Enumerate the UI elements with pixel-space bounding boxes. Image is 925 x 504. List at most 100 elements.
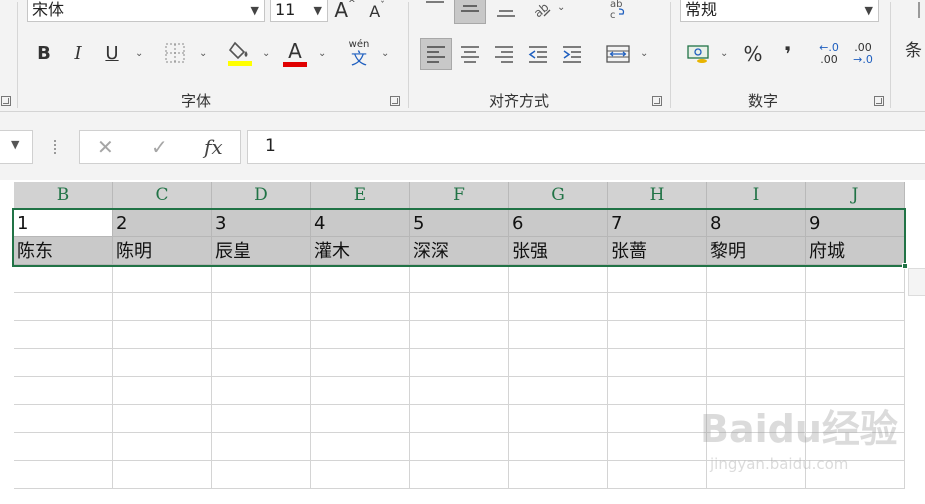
empty-cell[interactable] <box>410 433 509 461</box>
wrap-text-button[interactable]: ab c <box>605 0 631 22</box>
quick-analysis-button[interactable] <box>908 268 925 296</box>
empty-cell[interactable] <box>509 321 608 349</box>
cell-h1[interactable]: 7 <box>608 209 707 237</box>
empty-cell[interactable] <box>113 377 212 405</box>
italic-button[interactable]: I <box>66 40 90 66</box>
alignment-dialog-launcher-icon[interactable] <box>652 96 662 106</box>
empty-cell[interactable] <box>608 293 707 321</box>
empty-cell[interactable] <box>113 405 212 433</box>
cell-d2[interactable]: 辰皇 <box>212 237 311 265</box>
empty-cell[interactable] <box>113 433 212 461</box>
empty-cell[interactable] <box>410 321 509 349</box>
chevron-down-icon[interactable]: ⌄ <box>262 48 270 59</box>
empty-cell[interactable] <box>14 293 113 321</box>
empty-cell[interactable] <box>14 349 113 377</box>
cell-g1[interactable]: 6 <box>509 209 608 237</box>
empty-cell[interactable] <box>707 349 806 377</box>
empty-cell[interactable] <box>212 461 311 489</box>
empty-cell[interactable] <box>806 265 905 293</box>
column-header-f[interactable]: F <box>410 182 509 209</box>
font-color-button[interactable]: A <box>282 38 308 68</box>
empty-cell[interactable] <box>113 321 212 349</box>
empty-cell[interactable] <box>806 293 905 321</box>
accounting-format-button[interactable] <box>684 40 714 68</box>
formula-input[interactable]: 1 <box>247 130 925 164</box>
empty-cell[interactable] <box>212 433 311 461</box>
empty-cell[interactable] <box>509 349 608 377</box>
empty-cell[interactable] <box>509 265 608 293</box>
cell-e1[interactable]: 4 <box>311 209 410 237</box>
empty-cell[interactable] <box>212 265 311 293</box>
cell-j2[interactable]: 府城 <box>806 237 905 265</box>
empty-cell[interactable] <box>14 405 113 433</box>
merge-center-button[interactable] <box>604 40 632 68</box>
empty-cell[interactable] <box>410 377 509 405</box>
empty-cell[interactable] <box>410 349 509 377</box>
empty-cell[interactable] <box>113 293 212 321</box>
increase-decimal-button[interactable]: ←.0 .00 <box>814 40 844 68</box>
empty-cell[interactable] <box>212 349 311 377</box>
cell-c2[interactable]: 陈明 <box>113 237 212 265</box>
align-center-button[interactable] <box>456 40 484 68</box>
chevron-down-icon[interactable]: ⌄ <box>199 48 207 59</box>
orientation-button[interactable]: ab <box>528 0 554 22</box>
empty-cell[interactable] <box>509 461 608 489</box>
grow-font-button[interactable]: A ^ <box>333 0 357 22</box>
chevron-down-icon[interactable]: ⌄ <box>318 48 326 59</box>
empty-cell[interactable] <box>14 265 113 293</box>
enter-icon[interactable]: ✓ <box>151 135 168 159</box>
align-left-button[interactable] <box>420 38 452 70</box>
empty-cell[interactable] <box>410 405 509 433</box>
cancel-icon[interactable]: ✕ <box>97 135 114 159</box>
fill-color-button[interactable] <box>226 38 254 68</box>
column-header-b[interactable]: B <box>14 182 113 209</box>
top-align-button[interactable] <box>421 0 449 18</box>
column-header-d[interactable]: D <box>212 182 311 209</box>
name-box[interactable]: ▼ <box>0 130 33 164</box>
chevron-down-icon[interactable]: ⌄ <box>557 2 565 13</box>
decrease-decimal-button[interactable]: .00 →.0 <box>848 40 878 68</box>
chevron-down-icon[interactable]: ⌄ <box>381 48 389 59</box>
empty-cell[interactable] <box>410 265 509 293</box>
cell-j1[interactable]: 9 <box>806 209 905 237</box>
cell-f2[interactable]: 深深 <box>410 237 509 265</box>
empty-cell[interactable] <box>212 405 311 433</box>
empty-cell[interactable] <box>14 461 113 489</box>
worksheet[interactable]: B C D E F G H I J 1 2 3 4 5 6 7 8 9 陈东 陈… <box>0 180 925 504</box>
clipboard-dialog-launcher-icon[interactable] <box>1 96 11 106</box>
cell-e2[interactable]: 灌木 <box>311 237 410 265</box>
bold-button[interactable]: B <box>32 40 56 66</box>
empty-cell[interactable] <box>509 293 608 321</box>
cell-c1[interactable]: 2 <box>113 209 212 237</box>
decrease-indent-button[interactable] <box>524 40 552 68</box>
insert-function-icon[interactable]: fx <box>204 135 223 159</box>
font-name-combo[interactable]: 宋体 ▼ <box>27 0 265 22</box>
cell-b1[interactable]: 1 <box>14 209 113 237</box>
empty-cell[interactable] <box>707 293 806 321</box>
increase-indent-button[interactable] <box>558 40 586 68</box>
cell-i1[interactable]: 8 <box>707 209 806 237</box>
column-header-c[interactable]: C <box>113 182 212 209</box>
align-right-button[interactable] <box>490 40 518 68</box>
empty-cell[interactable] <box>311 349 410 377</box>
empty-cell[interactable] <box>509 405 608 433</box>
empty-cell[interactable] <box>608 433 707 461</box>
empty-cell[interactable] <box>311 461 410 489</box>
bottom-align-button[interactable] <box>492 0 520 24</box>
empty-cell[interactable] <box>311 265 410 293</box>
cell-h2[interactable]: 张蔷 <box>608 237 707 265</box>
column-header-j[interactable]: J <box>806 182 905 209</box>
middle-align-button[interactable] <box>454 0 486 24</box>
empty-cell[interactable] <box>608 377 707 405</box>
empty-cell[interactable] <box>14 321 113 349</box>
comma-style-button[interactable]: ❜ <box>776 40 800 68</box>
phonetic-button[interactable]: wén 文 <box>344 38 374 68</box>
empty-cell[interactable] <box>14 433 113 461</box>
empty-cell[interactable] <box>608 405 707 433</box>
cell-b2[interactable]: 陈东 <box>14 237 113 265</box>
empty-cell[interactable] <box>707 321 806 349</box>
column-header-e[interactable]: E <box>311 182 410 209</box>
empty-cell[interactable] <box>608 265 707 293</box>
empty-cell[interactable] <box>311 433 410 461</box>
column-header-h[interactable]: H <box>608 182 707 209</box>
